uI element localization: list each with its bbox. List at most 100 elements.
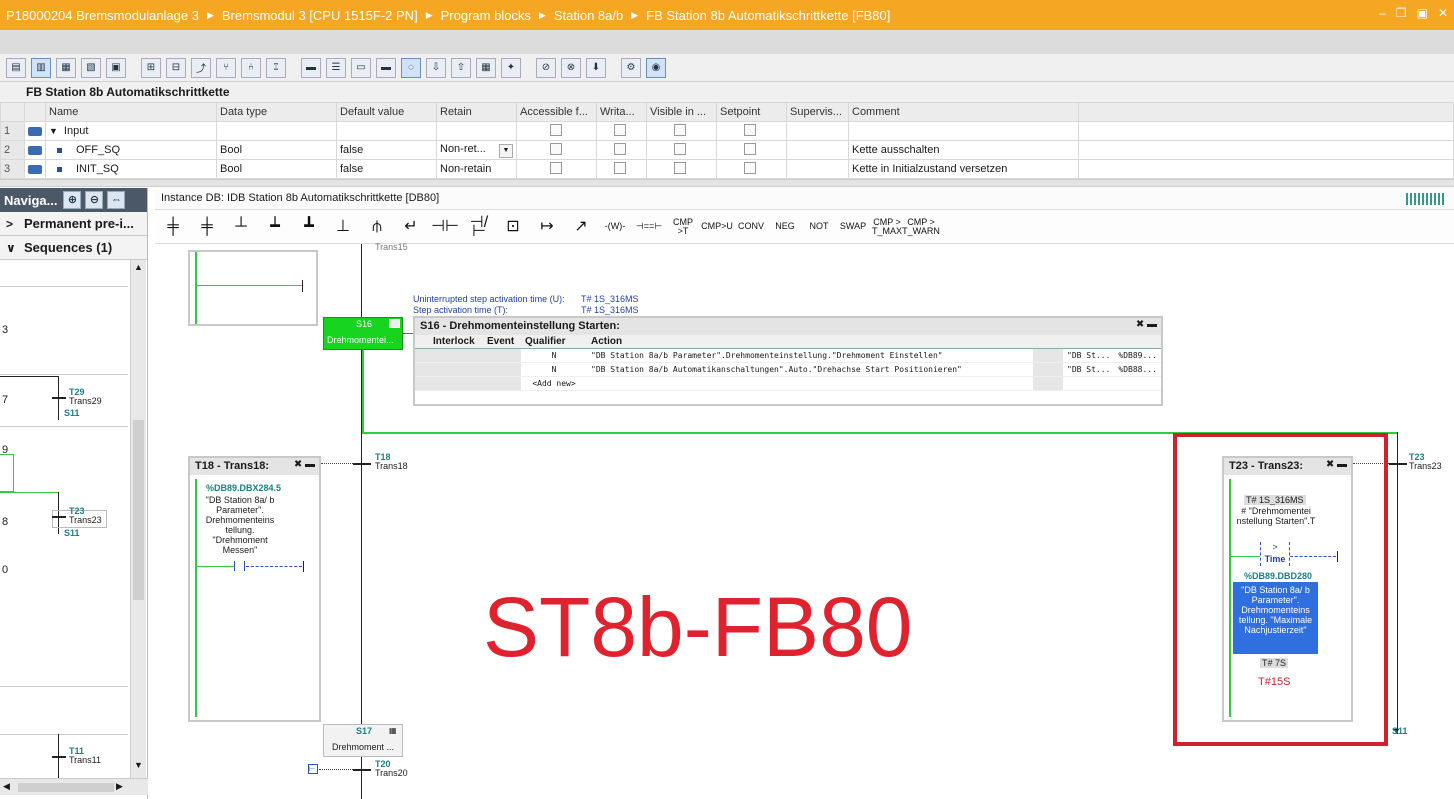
visible-checkbox[interactable] — [674, 142, 686, 155]
accessible-checkbox[interactable] — [550, 123, 562, 136]
compare-contact-icon[interactable]: ⊣==⊢ — [633, 212, 665, 242]
visible-cell[interactable] — [646, 121, 717, 141]
set-branch-icon[interactable]: ┻ — [293, 212, 325, 242]
grid-icon[interactable]: ▦ — [389, 726, 397, 735]
row-default[interactable]: false — [336, 140, 437, 160]
qualifier-cell[interactable]: N — [521, 348, 587, 363]
restore-icon[interactable]: ❐ — [1396, 6, 1407, 20]
return-icon[interactable]: ↵ — [395, 212, 427, 242]
branch-icon[interactable]: ⑂ — [216, 57, 236, 78]
alt-branch-icon[interactable]: ⑄ — [266, 57, 286, 78]
monitor-off-icon[interactable]: ⊗ — [561, 57, 581, 78]
parallel-icon[interactable]: ⫛ — [361, 212, 393, 242]
nav-section-sequences[interactable]: ∨ Sequences (1) — [0, 236, 147, 260]
step-s16[interactable]: S16 Drehmomentei... — [323, 317, 403, 350]
action-cell[interactable]: "DB Station 8a/b Parameter".Drehmomentei… — [587, 348, 1033, 363]
col-writable[interactable]: Writa... — [596, 102, 647, 122]
fit-icon[interactable]: ⇔ — [107, 191, 126, 209]
nav-horizontal-scrollbar[interactable]: ◀ ▶ — [0, 778, 148, 795]
row-name[interactable]: OFF_SQ — [45, 140, 217, 160]
scroll-right-icon[interactable]: ▶ — [116, 781, 123, 792]
export-icon[interactable]: ⇧ — [451, 57, 471, 78]
alarm-view-icon[interactable]: ▣ — [106, 57, 126, 78]
accessible-checkbox[interactable] — [550, 161, 562, 174]
row-comment[interactable] — [848, 121, 1079, 141]
qualifier-cell[interactable]: N — [521, 362, 587, 377]
delete-step-icon[interactable]: ⊟ — [166, 57, 186, 78]
supervision-cell[interactable] — [786, 140, 849, 160]
close-icon[interactable]: ✖ ▬ — [1136, 319, 1157, 330]
setpoint-checkbox[interactable] — [744, 123, 756, 136]
step-action-window[interactable]: S16 - Drehmomenteinstellung Starten: ✖ ▬… — [413, 316, 1163, 406]
maximize-icon[interactable]: ▣ — [1417, 6, 1428, 20]
scroll-up-icon[interactable]: ▲ — [132, 262, 145, 276]
monitor-icon[interactable]: ⊘ — [536, 57, 556, 78]
writable-cell[interactable] — [596, 140, 647, 160]
breadcrumb-program-blocks[interactable]: Program blocks — [441, 8, 531, 23]
scroll-left-icon[interactable]: ◀ — [3, 781, 10, 792]
coil-w-icon[interactable]: -(W)- — [599, 212, 631, 242]
jump-out-icon[interactable]: ↗ — [565, 212, 597, 242]
writable-cell[interactable] — [596, 121, 647, 141]
accessible-cell[interactable] — [516, 121, 597, 141]
import-icon[interactable]: ⇩ — [426, 57, 446, 78]
grid-icon[interactable]: ▦ — [476, 57, 496, 78]
hscroll-thumb[interactable] — [18, 783, 114, 792]
setpoint-checkbox[interactable] — [744, 161, 756, 174]
col-visible[interactable]: Visible in ... — [646, 102, 717, 122]
setpoint-checkbox[interactable] — [744, 142, 756, 155]
assign-icon[interactable]: ↦ — [531, 212, 563, 242]
row-retain[interactable]: Non-retain — [436, 159, 517, 179]
close-icon[interactable]: ✖ ▬ — [294, 459, 315, 470]
highlight-icon[interactable]: ✦ — [501, 57, 521, 78]
scroll-thumb[interactable] — [133, 420, 144, 600]
conv-button[interactable]: CONV — [735, 212, 767, 242]
row-type[interactable]: Bool — [216, 140, 337, 160]
col-setpoint[interactable]: Setpoint — [716, 102, 787, 122]
panel-splitter[interactable] — [0, 179, 1454, 187]
expand-icon[interactable]: ▼ — [49, 126, 58, 136]
row-type[interactable]: Bool — [216, 159, 337, 179]
empty-box-icon[interactable]: ⊡ — [497, 212, 529, 242]
row-default[interactable] — [336, 121, 437, 141]
cell[interactable] — [429, 376, 483, 391]
action-cell[interactable]: "DB Station 8a/b Automatikanschaltungen"… — [587, 362, 1033, 377]
row-comment[interactable]: Kette ausschalten — [848, 140, 1079, 160]
table-row[interactable]: 3 INIT_SQ Bool false Non-retain Kette in… — [0, 159, 1454, 179]
branch-dot-icon[interactable]: ┷ — [259, 212, 291, 242]
action-cell[interactable] — [587, 376, 1033, 391]
settings-icon[interactable]: ⚙ — [621, 57, 641, 78]
jump-marker-icon[interactable]: ⊢ — [308, 764, 318, 774]
accessible-checkbox[interactable] — [550, 142, 562, 155]
window-icon[interactable]: ▭ — [351, 57, 371, 78]
cell[interactable] — [483, 348, 521, 363]
transition-t18-window[interactable]: T18 - Trans18: ✖ ▬ %DB89.DBX284.5 "DB St… — [188, 456, 321, 722]
zoom-in-icon[interactable]: ⊕ — [63, 191, 82, 209]
table-row[interactable]: 2 OFF_SQ Bool false Non-ret... ▼ Kette au… — [0, 140, 1454, 160]
insert-step-icon[interactable]: ⊞ — [141, 57, 161, 78]
close-branch-icon[interactable]: ⊥ — [327, 212, 359, 242]
row-default[interactable]: false — [336, 159, 437, 179]
col-name[interactable]: Name — [45, 102, 217, 122]
breadcrumb-project[interactable]: P18000204 Bremsmodulanlage 3 — [6, 8, 199, 23]
accessible-cell[interactable] — [516, 140, 597, 160]
breadcrumb-station[interactable]: Station 8a/b — [554, 8, 623, 23]
zoom-out-icon[interactable]: ⊖ — [85, 191, 104, 209]
no-contact-icon[interactable]: ╪ — [157, 212, 189, 242]
not-button[interactable]: NOT — [803, 212, 835, 242]
minimize-icon[interactable]: ‒ — [1379, 6, 1386, 20]
glasses-icon[interactable]: ◉ — [646, 57, 666, 78]
branch-down-icon[interactable]: ┴ — [225, 212, 257, 242]
visible-checkbox[interactable] — [674, 123, 686, 136]
cmp-t-button[interactable]: CMP >T — [667, 212, 699, 242]
cmp-twarn-button[interactable]: CMP > T_WARN — [902, 212, 940, 242]
col-retain[interactable]: Retain — [436, 102, 517, 122]
neg-button[interactable]: NEG — [769, 212, 801, 242]
list-icon[interactable]: ☰ — [326, 57, 346, 78]
col-accessible[interactable]: Accessible f... — [516, 102, 597, 122]
grid-icon[interactable] — [389, 319, 400, 328]
cell[interactable] — [483, 362, 521, 377]
chevron-down-icon[interactable]: ▼ — [499, 143, 513, 158]
writable-checkbox[interactable] — [614, 161, 626, 174]
close-icon[interactable]: ✕ — [1438, 6, 1448, 20]
